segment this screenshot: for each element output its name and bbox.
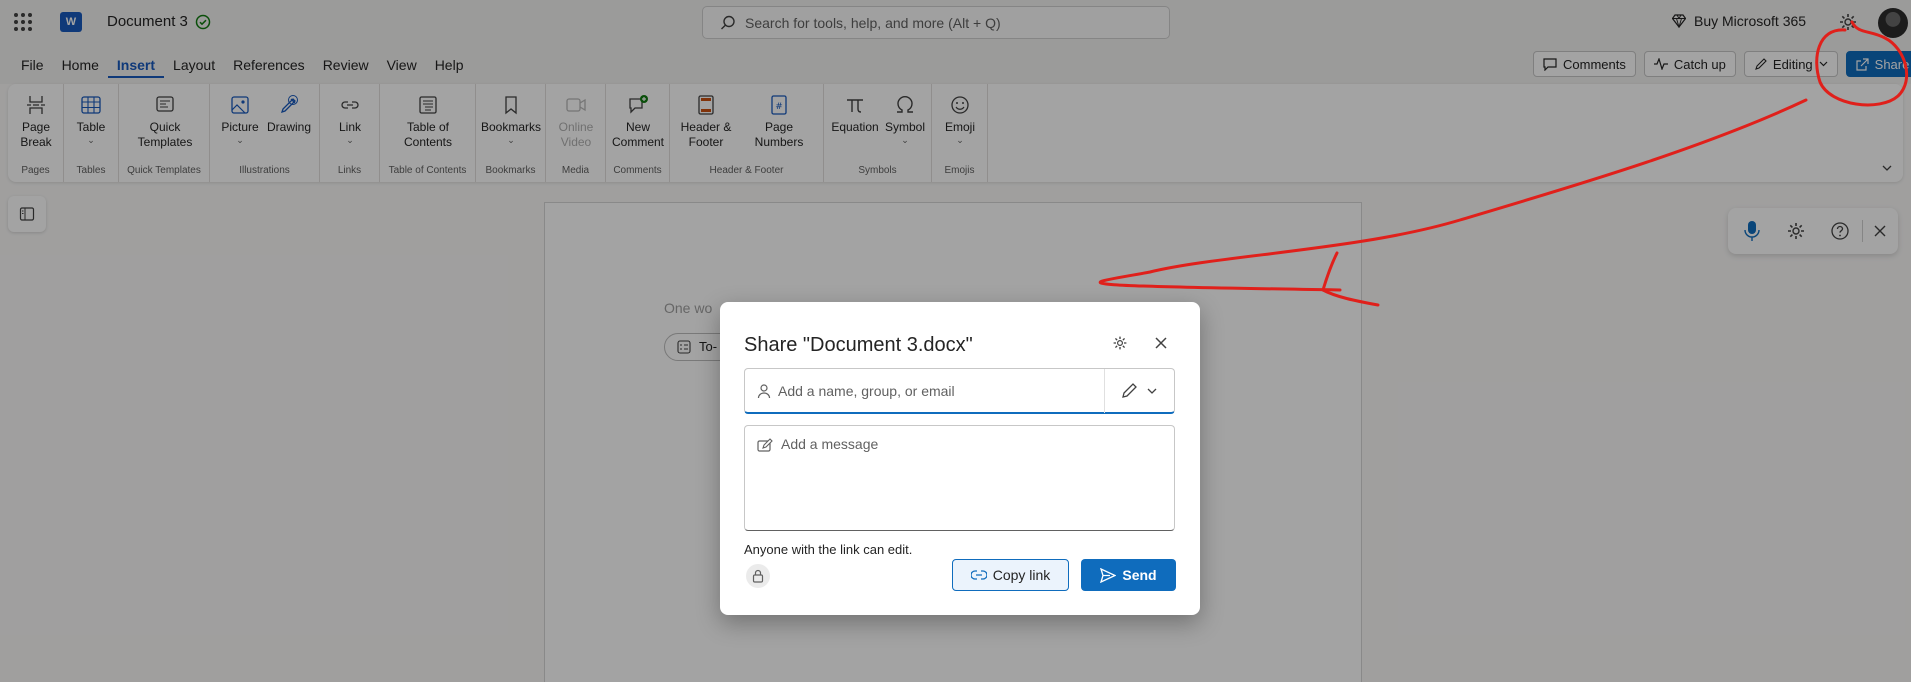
permission-dropdown[interactable] bbox=[1104, 369, 1174, 413]
link-icon bbox=[970, 570, 987, 580]
copy-link-label: Copy link bbox=[992, 567, 1051, 583]
recipient-field bbox=[744, 368, 1175, 414]
link-settings-text[interactable]: Anyone with the link can edit. bbox=[744, 542, 912, 557]
chevron-down-icon bbox=[1147, 388, 1157, 394]
pencil-icon bbox=[1122, 383, 1137, 398]
send-icon bbox=[1100, 567, 1117, 583]
link-settings-button[interactable] bbox=[746, 564, 770, 588]
message-field bbox=[744, 425, 1175, 531]
share-dialog: Share "Document 3.docx" Anyone with the … bbox=[720, 302, 1200, 615]
recipient-input[interactable] bbox=[778, 380, 1098, 402]
send-button[interactable]: Send bbox=[1081, 559, 1176, 591]
copy-link-button[interactable]: Copy link bbox=[952, 559, 1069, 591]
message-input[interactable] bbox=[781, 436, 1161, 522]
message-edit-icon bbox=[757, 438, 773, 452]
share-settings-icon[interactable] bbox=[1112, 335, 1128, 351]
send-label: Send bbox=[1122, 567, 1157, 583]
share-dialog-title: Share "Document 3.docx" bbox=[744, 334, 973, 356]
close-icon[interactable] bbox=[1152, 334, 1170, 352]
person-icon bbox=[757, 384, 771, 399]
lock-icon bbox=[752, 569, 764, 583]
